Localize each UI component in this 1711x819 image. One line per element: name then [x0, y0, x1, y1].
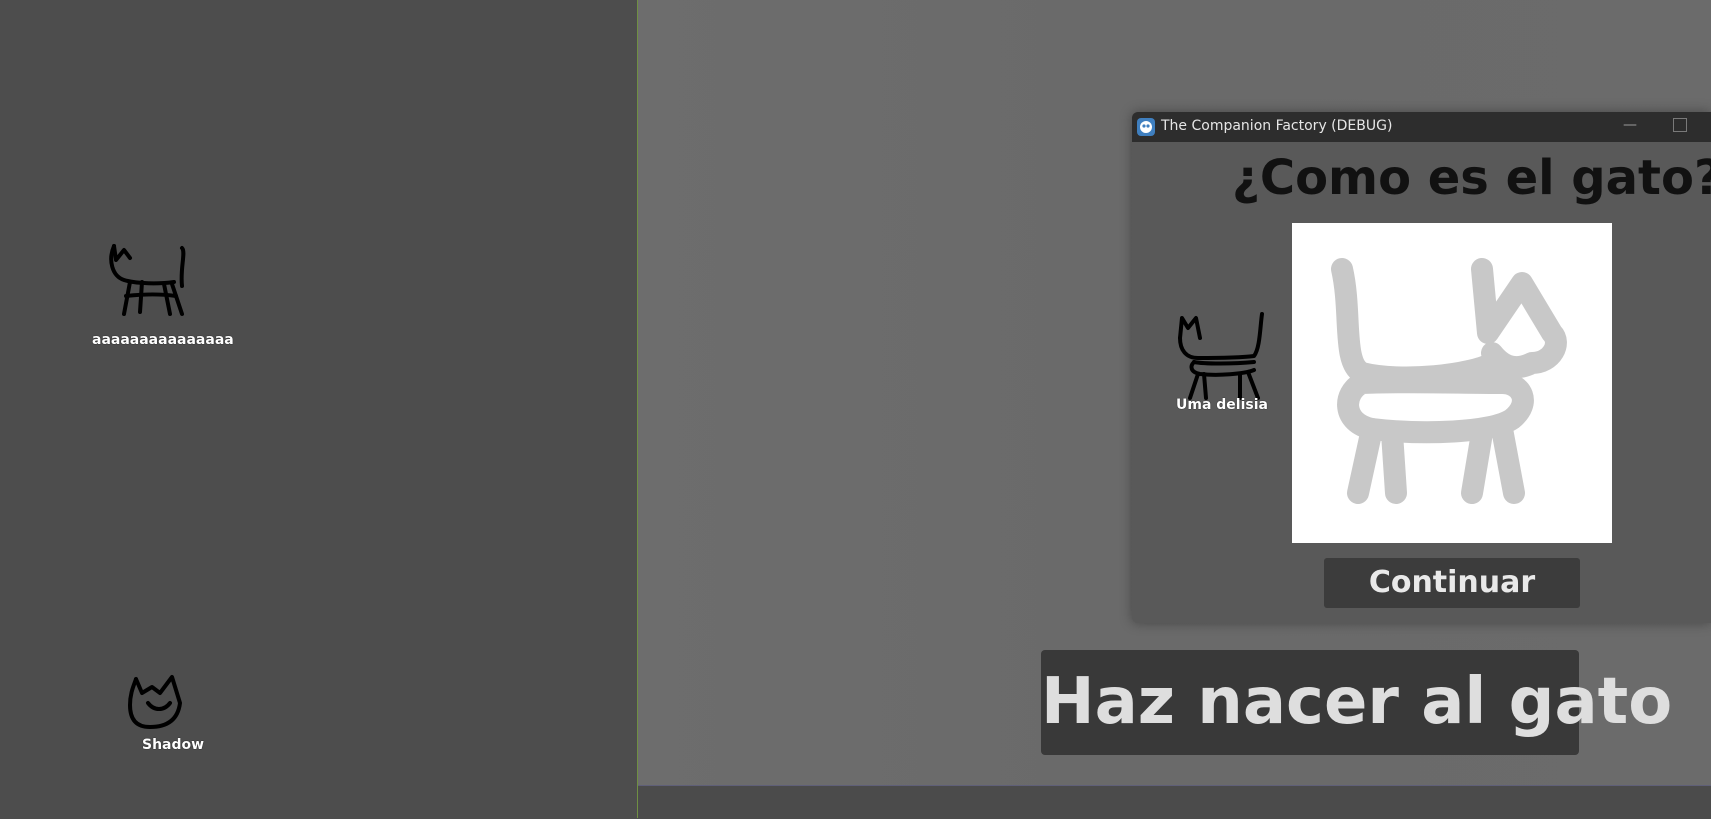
- cat-guide-drawing: [1331, 258, 1567, 504]
- game-window: The Companion Factory (DEBUG) — ¿Como es…: [1132, 112, 1711, 623]
- birth-cat-button[interactable]: Haz nacer al gato: [1041, 650, 1672, 755]
- cat-sprite-2[interactable]: [126, 673, 190, 733]
- window-titlebar[interactable]: The Companion Factory (DEBUG) —: [1132, 112, 1711, 142]
- cat-sprite-1[interactable]: [106, 240, 206, 340]
- preview-cat-label: Uma delisia: [1176, 397, 1268, 413]
- question-heading: ¿Como es el gato?: [1232, 150, 1711, 206]
- drawing-canvas[interactable]: [1292, 223, 1612, 543]
- cat-name-label-2: Shadow: [142, 737, 205, 753]
- preview-cat-sprite: [1178, 312, 1264, 400]
- continue-button[interactable]: Continuar: [1324, 558, 1580, 608]
- app-icon: [1137, 118, 1155, 136]
- cat-name-label-1: aaaaaaaaaaaaaaa: [92, 332, 234, 348]
- window-title: The Companion Factory (DEBUG): [1161, 118, 1393, 134]
- left-pane: [0, 0, 637, 818]
- maximize-icon[interactable]: [1673, 118, 1687, 132]
- minimize-icon[interactable]: —: [1618, 117, 1642, 137]
- bottom-bar: [638, 785, 1711, 819]
